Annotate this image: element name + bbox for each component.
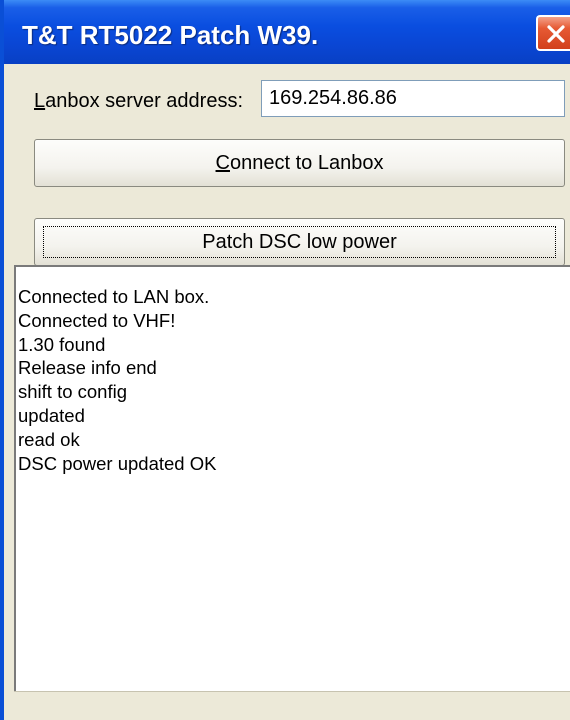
- log-line: DSC power updated OK: [18, 452, 217, 474]
- lanbox-address-label: Lanbox server address:: [34, 90, 243, 113]
- window-title: T&T RT5022 Patch W39.: [22, 20, 319, 50]
- status-bar: [14, 691, 570, 720]
- log-output[interactable]: Connected to LAN box. Connected to VHF! …: [14, 265, 570, 691]
- connect-button-mnemonic: C: [215, 152, 230, 174]
- log-line: read ok: [18, 428, 80, 450]
- focus-ring: [43, 226, 556, 258]
- title-bar[interactable]: T&T RT5022 Patch W39.: [4, 0, 570, 64]
- patch-dsc-low-power-button[interactable]: Patch DSC low power: [34, 218, 565, 266]
- app-window: T&T RT5022 Patch W39. Lanbox server addr…: [0, 0, 570, 720]
- log-line: shift to config: [18, 381, 128, 403]
- address-label-text: anbox server address:: [45, 90, 244, 112]
- close-icon: [547, 25, 565, 43]
- log-line: updated: [18, 404, 85, 426]
- connect-button-label: onnect to Lanbox: [229, 152, 384, 174]
- log-line: Connected to LAN box.: [18, 286, 210, 307]
- connect-to-lanbox-button[interactable]: Connect to Lanbox: [34, 139, 565, 187]
- log-line: 1.30 found: [18, 333, 106, 355]
- address-label-mnemonic: L: [34, 90, 46, 112]
- close-button[interactable]: [536, 15, 570, 51]
- log-line: Connected to VHF!: [18, 309, 176, 331]
- lanbox-address-input[interactable]: [261, 80, 565, 117]
- log-line: Release info end: [18, 357, 157, 379]
